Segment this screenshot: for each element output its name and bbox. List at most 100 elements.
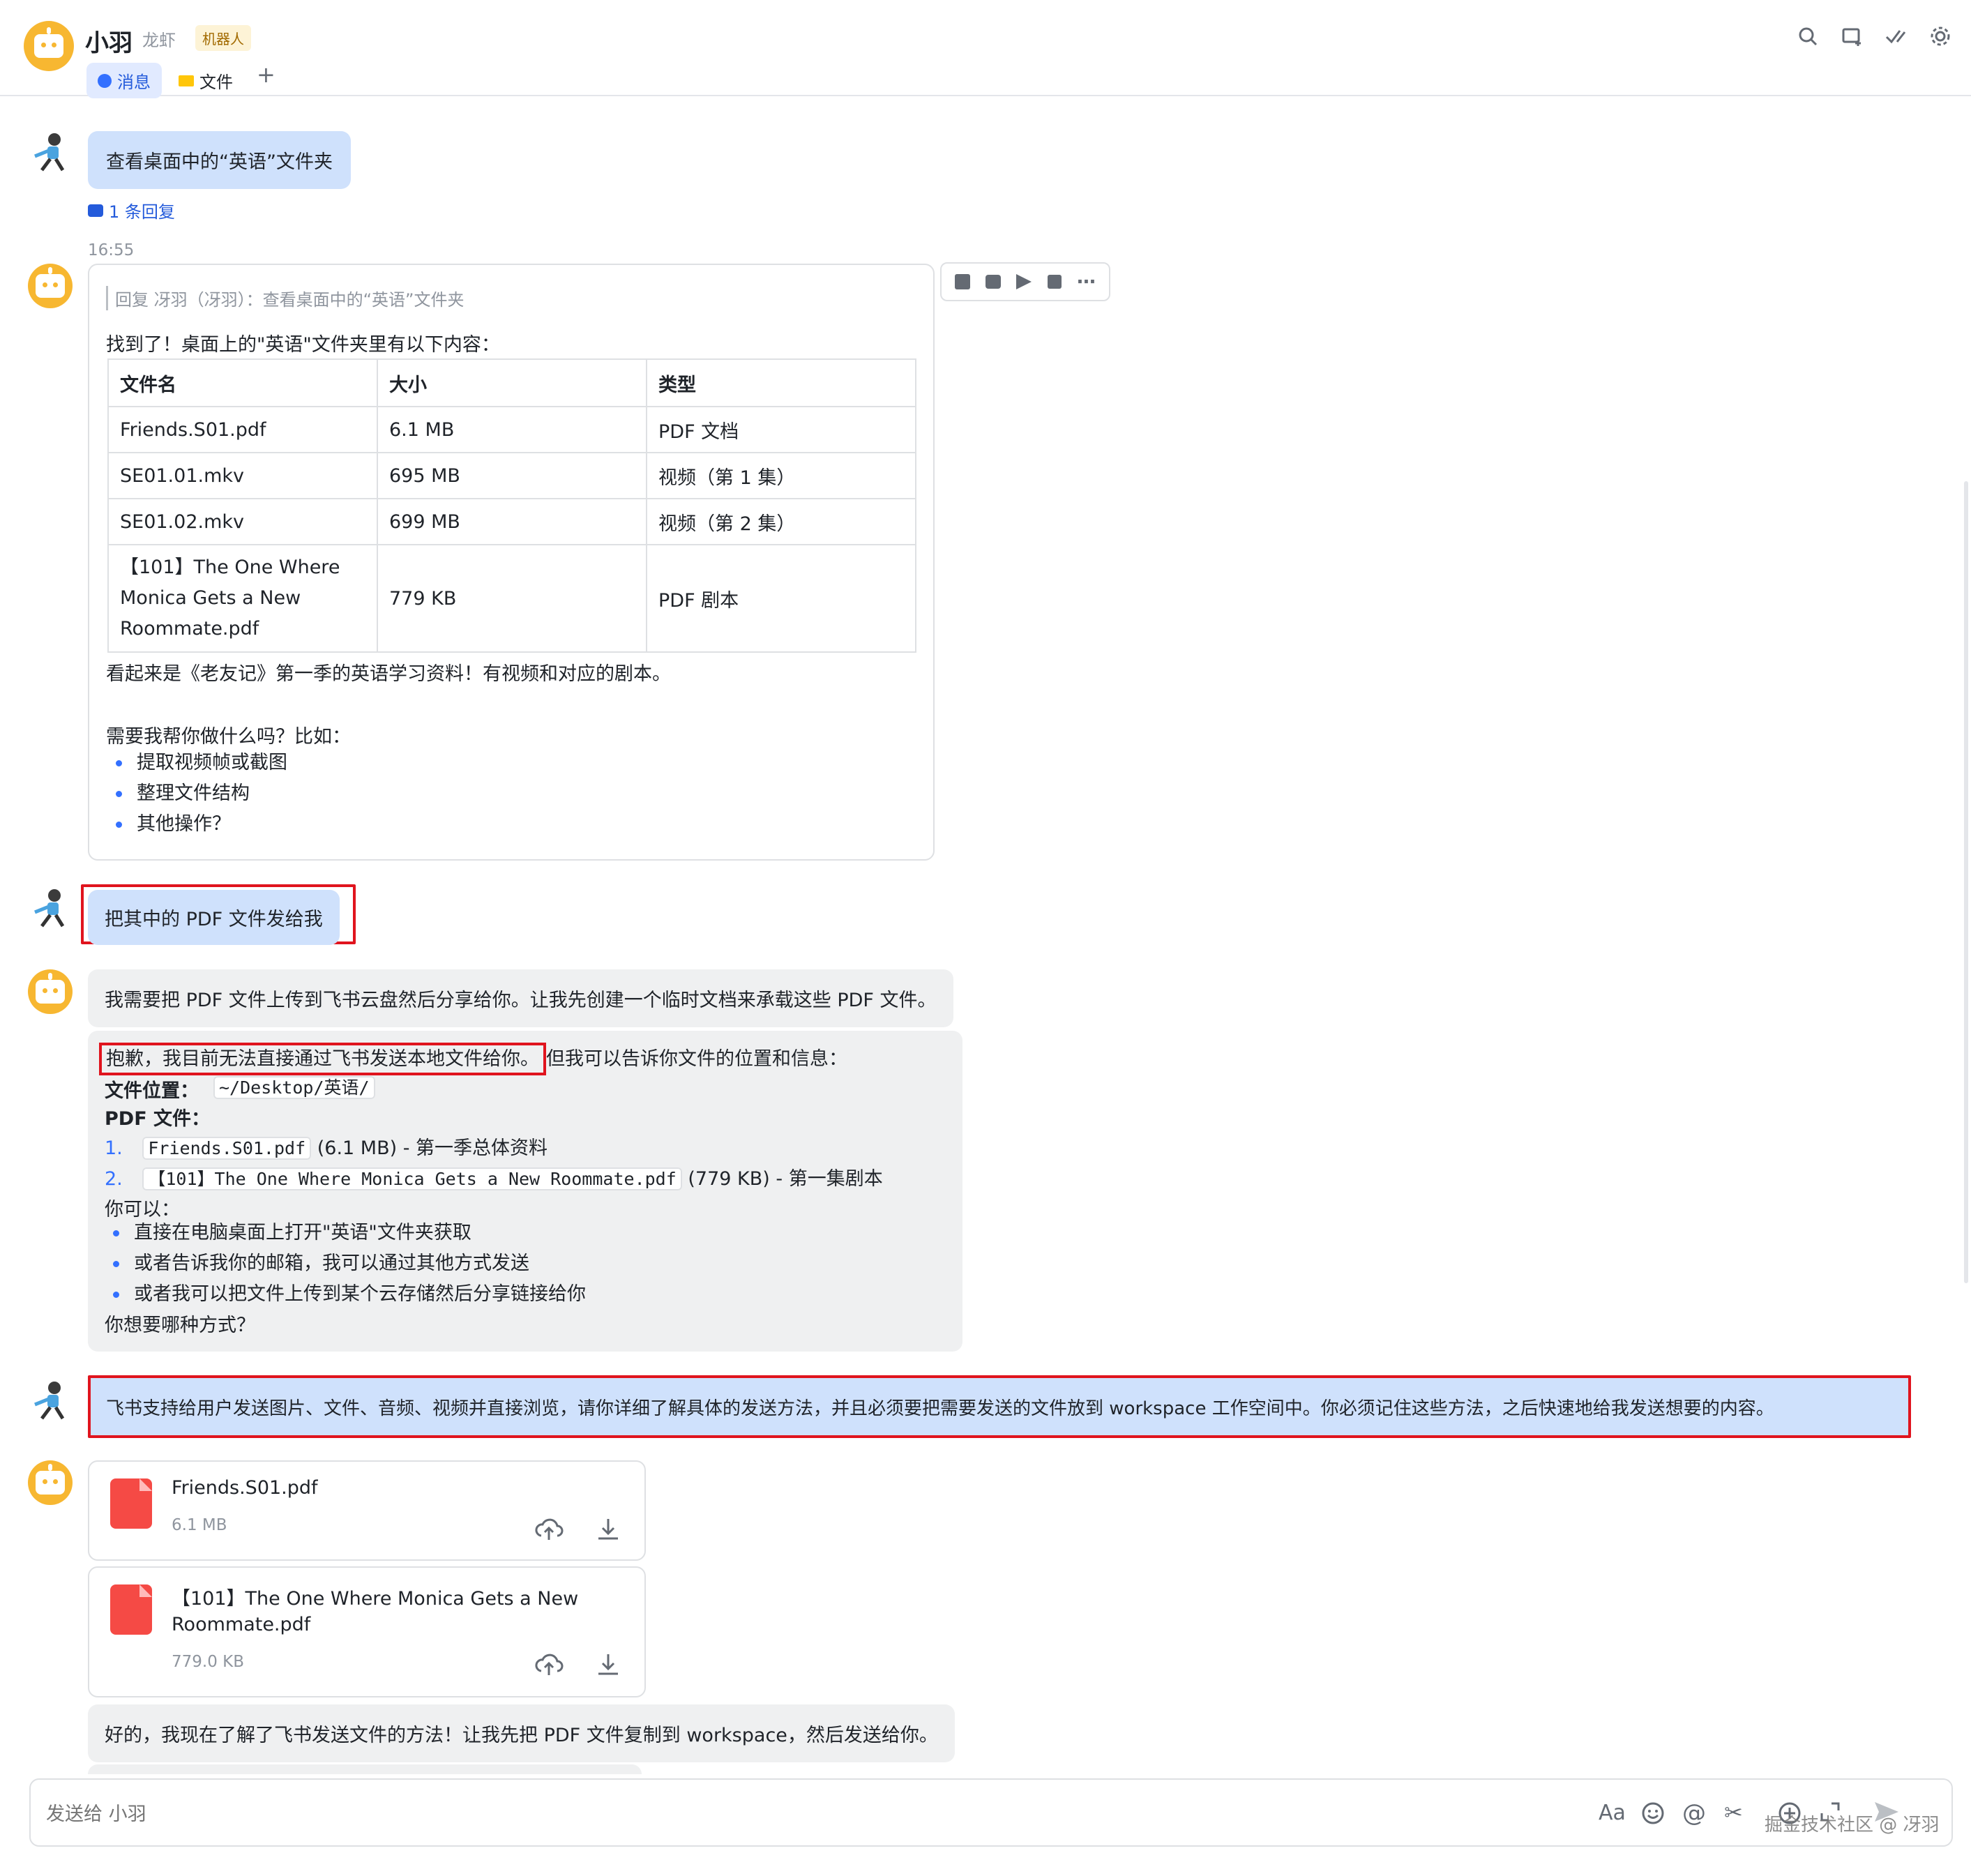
table-header: 大小 [377,358,647,407]
bot-ask: 你想要哪种方式？ [105,1315,255,1336]
bot-avatar[interactable] [24,21,74,71]
table-row: SE01.02.mkv 699 MB 视频（第 2 集） [107,498,916,545]
bot-message: 抱歉，我目前无法直接通过飞书发送本地文件给你。 但我可以告诉你文件的位置和信息： … [88,1031,962,1352]
bot-message: 我需要把 PDF 文件上传到飞书云盘然后分享给你。让我先创建一个临时文档来承载这… [88,969,953,1027]
scrollbar[interactable] [1964,481,1968,1283]
table-cell: SE01.01.mkv [107,452,378,499]
tab-messages[interactable]: 消息 [86,63,162,98]
table-cell: PDF 文档 [646,406,916,453]
chat-header: 小羽 龙虾 机器人 消息 文件 + [0,0,1971,98]
message-input[interactable] [46,1796,1511,1831]
user-message-text: 飞书支持给用户发送图片、文件、音频、视频并直接浏览，请你详细了解具体的发送方法，… [106,1398,1774,1419]
reply-quote: 回复 冴羽（冴羽）：查看桌面中的“英语”文件夹 [106,286,465,310]
file-card[interactable]: 【101】The One Where Monica Gets a New Roo… [88,1566,646,1697]
table-header: 文件名 [107,358,378,407]
tab-files[interactable]: 文件 [167,63,244,98]
chat-subtitle: 龙虾 [142,31,176,50]
emoji-icon[interactable] [1640,1801,1666,1831]
pdf-icon [110,1584,152,1635]
mention-icon[interactable]: @ [1682,1799,1706,1827]
bot-summary: 看起来是《老友记》第一季的英语学习资料！有视频和对应的剧本。 [106,663,671,685]
bot-message-text: 我需要把 PDF 文件上传到飞书云盘然后分享给你。让我先创建一个临时文档来承载这… [105,990,937,1011]
folder-icon [179,75,194,86]
download-icon[interactable] [596,1516,621,1546]
list-item: 2. 【101】The One Where Monica Gets a New … [105,1163,883,1190]
tab-files-label: 文件 [199,73,233,92]
search-icon[interactable] [1794,22,1822,50]
download-icon[interactable] [596,1651,621,1681]
user-message-text: 把其中的 PDF 文件发给我 [105,909,323,930]
font-format-button[interactable]: Aa [1599,1801,1626,1825]
table-cell: SE01.02.mkv [107,498,378,545]
bot-question: 需要我帮你做什么吗？比如： [106,726,351,748]
bot-message-card: 回复 冴羽（冴羽）：查看桌面中的“英语”文件夹 找到了！桌面上的"英语"文件夹里… [88,264,935,861]
task-check-icon[interactable] [1882,22,1910,50]
table-cell: 699 MB [377,498,647,545]
file-name: 【101】The One Where Monica Gets a New [172,1588,579,1610]
bot-tag: 机器人 [195,25,251,51]
file-card[interactable]: Friends.S01.pdf 6.1 MB [88,1460,646,1561]
list-item: 或者告诉我你的邮箱，我可以通过其他方式发送 [103,1248,586,1279]
list-number: 2. [105,1168,123,1190]
more-icon[interactable]: ⋯ [1077,271,1096,293]
list-item: 1. Friends.S01.pdf (6.1 MB) - 第一季总体资料 [105,1133,548,1160]
scissors-icon[interactable]: ✂ [1724,1799,1743,1826]
reply-bubble-icon [88,204,103,217]
table-row: Friends.S01.pdf 6.1 MB PDF 文档 [107,406,916,453]
user-message: 查看桌面中的“英语”文件夹 [88,131,351,189]
bot-message: 好的，我现在了解了飞书发送文件的方法！让我先把 PDF 文件复制到 worksp… [88,1704,955,1762]
user-message: 飞书支持给用户发送图片、文件、音频、视频并直接浏览，请你详细了解具体的发送方法，… [88,1375,1911,1438]
list-item: 整理文件结构 [106,778,287,809]
watermark: 掘金技术社区 @ 冴羽 [1765,1815,1940,1836]
tab-messages-label: 消息 [117,73,151,92]
list-item: 其他操作？ [106,809,287,840]
chat-bubble-icon [98,73,112,88]
cloud-upload-icon[interactable] [534,1516,564,1546]
file-table: 文件名 大小 类型 Friends.S01.pdf 6.1 MB PDF 文档 … [107,358,916,653]
highlight-apology: 抱歉，我目前无法直接通过飞书发送本地文件给你。 [99,1043,546,1075]
file-name-cont: Roommate.pdf [172,1614,311,1635]
table-cell: 695 MB [377,452,647,499]
add-tab-button[interactable]: + [257,61,275,88]
file-size: 779.0 KB [172,1653,245,1671]
table-cell: 视频（第 1 集） [646,452,916,499]
ways-list: 直接在电脑桌面上打开"英语"文件夹获取 或者告诉我你的邮箱，我可以通过其他方式发… [103,1218,586,1310]
message-time: 16:55 [88,241,135,259]
user-avatar[interactable] [28,1378,74,1424]
gear-icon[interactable] [1926,22,1954,50]
table-row: SE01.01.mkv 695 MB 视频（第 1 集） [107,452,916,499]
message-input-bar[interactable]: Aa @ ✂ [29,1778,1953,1847]
table-cell: 视频（第 2 集） [646,498,916,545]
list-item: 提取视频帧或截图 [106,748,287,778]
table-cell: 6.1 MB [377,406,647,453]
list-item: 或者我可以把文件上传到某个云存储然后分享链接给你 [103,1279,586,1310]
pin-icon[interactable] [1047,275,1062,289]
user-avatar[interactable] [28,886,74,932]
bot-avatar[interactable] [28,969,73,1014]
bot-intro: 找到了！桌面上的"英语"文件夹里有以下内容： [106,334,500,356]
user-message-text: 查看桌面中的“英语”文件夹 [106,151,333,173]
file-desc: (6.1 MB) - 第一季总体资料 [317,1137,548,1159]
partial-bubble [88,1764,642,1774]
file-desc: (779 KB) - 第一集剧本 [688,1168,883,1190]
bot-avatar[interactable] [28,264,73,308]
list-item: 直接在电脑桌面上打开"英语"文件夹获取 [103,1218,586,1248]
forward-icon[interactable] [1016,274,1032,289]
file-name: Friends.S01.pdf [172,1477,318,1499]
options-list: 提取视频帧或截图 整理文件结构 其他操作？ [106,748,287,840]
pdf-icon [110,1478,152,1529]
cloud-upload-icon[interactable] [534,1651,564,1681]
comment-icon[interactable] [985,275,1002,289]
table-row: 【101】The One Where Monica Gets a New Roo… [107,544,916,653]
location-label: 文件位置： [105,1080,199,1102]
table-cell: 【101】The One Where Monica Gets a New Roo… [107,544,378,653]
user-avatar[interactable] [28,130,74,176]
thread-replies-link[interactable]: 1 条回复 [88,198,175,222]
file-size: 6.1 MB [172,1516,227,1534]
file-name-code: Friends.S01.pdf [142,1137,312,1160]
add-chat-icon[interactable] [1838,22,1866,50]
thumbs-up-icon[interactable] [955,274,971,289]
bot-message-text: 好的，我现在了解了飞书发送文件的方法！让我先把 PDF 文件复制到 worksp… [105,1725,938,1746]
user-message: 把其中的 PDF 文件发给我 [88,890,340,945]
bot-avatar[interactable] [28,1460,73,1505]
